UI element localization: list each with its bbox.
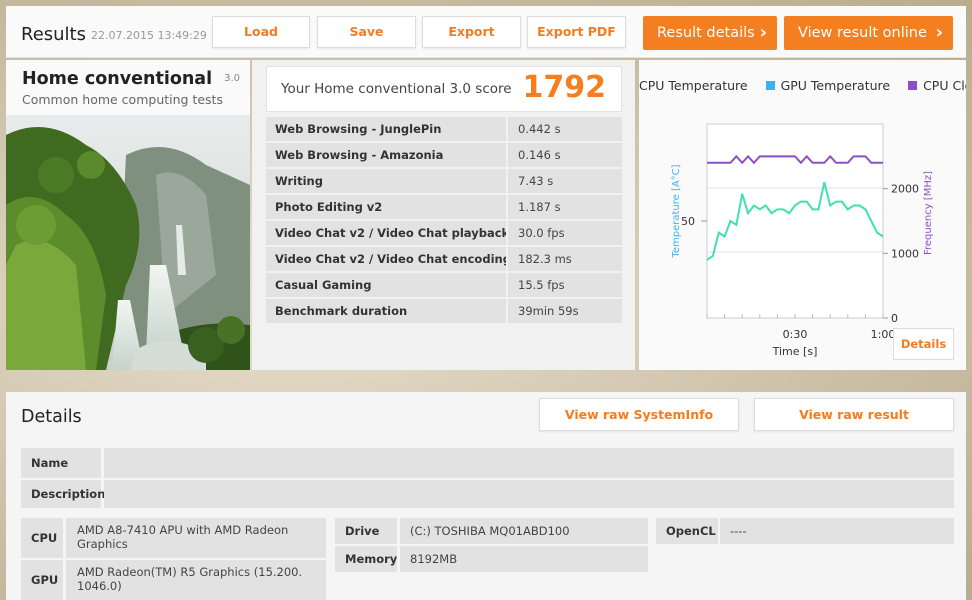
subscore-name: Video Chat v2 / Video Chat playback 1 v2 [266, 221, 506, 245]
name-label: Name [21, 448, 101, 478]
memory-label: Memory [335, 546, 397, 572]
right-tick-label: 0 [891, 312, 898, 325]
subscore-value: 7.43 s [508, 169, 622, 193]
view-result-online-button[interactable]: View result online › [784, 16, 953, 50]
subscore-row: Web Browsing - JunglePin 0.442 s [266, 117, 622, 141]
test-version: 3.0 [224, 73, 240, 84]
details-title: Details [21, 407, 82, 427]
subscore-value: 0.442 s [508, 117, 622, 141]
test-subtitle: Common home computing tests [22, 92, 223, 107]
memory-value: 8192MB [400, 546, 648, 572]
right-axis-label: Frequency [MHz] [923, 171, 934, 255]
result-details-button[interactable]: Result details › [643, 16, 777, 50]
test-card: Home conventional 3.0 Common home comput… [6, 60, 250, 370]
cpu-value: AMD A8-7410 APU with AMD Radeon Graphics [66, 518, 326, 558]
export-pdf-button[interactable]: Export PDF [527, 16, 626, 48]
monitoring-chart: 50 2000 1000 0 0:30 1:00 Time [s] Temperature [… [671, 123, 934, 358]
left-tick-label: 50 [681, 215, 695, 228]
subscore-name: Web Browsing - Amazonia [266, 143, 506, 167]
left-axis-label: Temperature [A°C] [671, 164, 682, 258]
subscore-row: Video Chat v2 / Video Chat encoding v2 18… [266, 247, 622, 271]
results-title: Results [21, 24, 86, 45]
subscore-row: Casual Gaming 15.5 fps [266, 273, 622, 297]
drive-label: Drive [335, 518, 397, 544]
plot-area [706, 123, 884, 319]
monitoring-chart-panel: CPU Temperature GPU Temperature CPU Clo … [639, 60, 966, 370]
load-button[interactable]: Load [212, 16, 310, 48]
chart-details-button[interactable]: Details [893, 328, 954, 360]
description-label: Description [21, 480, 105, 508]
score-box: Your Home conventional 3.0 score 1792 [266, 66, 622, 112]
view-result-online-label: View result online [798, 25, 927, 41]
subscore-value: 1.187 s [508, 195, 622, 219]
results-date: 22.07.2015 13:49:29 [91, 29, 207, 42]
save-button[interactable]: Save [317, 16, 416, 48]
name-value [104, 448, 954, 478]
export-button[interactable]: Export [422, 16, 521, 48]
waterfall-image [6, 115, 250, 370]
gpu-value: AMD Radeon(TM) R5 Graphics (15.200. 1046… [66, 560, 326, 600]
subscore-value: 30.0 fps [508, 221, 622, 245]
subscore-row: Photo Editing v2 1.187 s [266, 195, 622, 219]
opencl-label: OpenCL [656, 518, 718, 544]
score-label: Your Home conventional 3.0 score [281, 81, 512, 97]
subscore-value: 15.5 fps [508, 273, 622, 297]
score-value: 1792 [522, 70, 607, 105]
right-tick-label: 1000 [891, 247, 919, 260]
subscore-name: Casual Gaming [266, 273, 506, 297]
drive-value: (C:) TOSHIBA MQ01ABD100 [400, 518, 648, 544]
view-raw-systeminfo-button[interactable]: View raw SystemInfo [539, 398, 739, 431]
subscore-name: Benchmark duration [266, 299, 506, 323]
subscore-row: Writing 7.43 s [266, 169, 622, 193]
right-tick-label: 2000 [891, 183, 919, 196]
chevron-right-icon: › [935, 22, 943, 43]
subscore-value: 182.3 ms [508, 247, 622, 271]
x-axis-label: Time [s] [772, 345, 818, 358]
subscore-name: Video Chat v2 / Video Chat encoding v2 [266, 247, 506, 271]
result-details-label: Result details [657, 25, 755, 41]
subscore-name: Web Browsing - JunglePin [266, 117, 506, 141]
subscore-value: 0.146 s [508, 143, 622, 167]
subscore-name: Writing [266, 169, 506, 193]
subscore-table: Web Browsing - JunglePin 0.442 s Web Brows… [266, 117, 622, 325]
score-panel: Your Home conventional 3.0 score 1792 We… [252, 60, 635, 370]
subscore-value: 39min 59s [508, 299, 622, 323]
opencl-value: ---- [720, 518, 954, 544]
x-tick-label: 0:30 [783, 328, 808, 341]
description-value [104, 480, 954, 508]
subscore-row: Web Browsing - Amazonia 0.146 s [266, 143, 622, 167]
subscore-row: Video Chat v2 / Video Chat playback 1 v2… [266, 221, 622, 245]
details-section: Details View raw SystemInfo View raw res… [6, 392, 966, 600]
view-raw-result-button[interactable]: View raw result [754, 398, 954, 431]
subscore-name: Photo Editing v2 [266, 195, 506, 219]
results-header: Results 22.07.2015 13:49:29 Load Save Ex… [6, 6, 966, 58]
x-tick-label: 1:00 [871, 328, 896, 341]
subscore-row: Benchmark duration 39min 59s [266, 299, 622, 323]
cpu-label: CPU [21, 518, 63, 558]
gpu-label: GPU [21, 560, 63, 600]
test-name: Home conventional [22, 69, 213, 89]
chevron-right-icon: › [759, 22, 767, 43]
